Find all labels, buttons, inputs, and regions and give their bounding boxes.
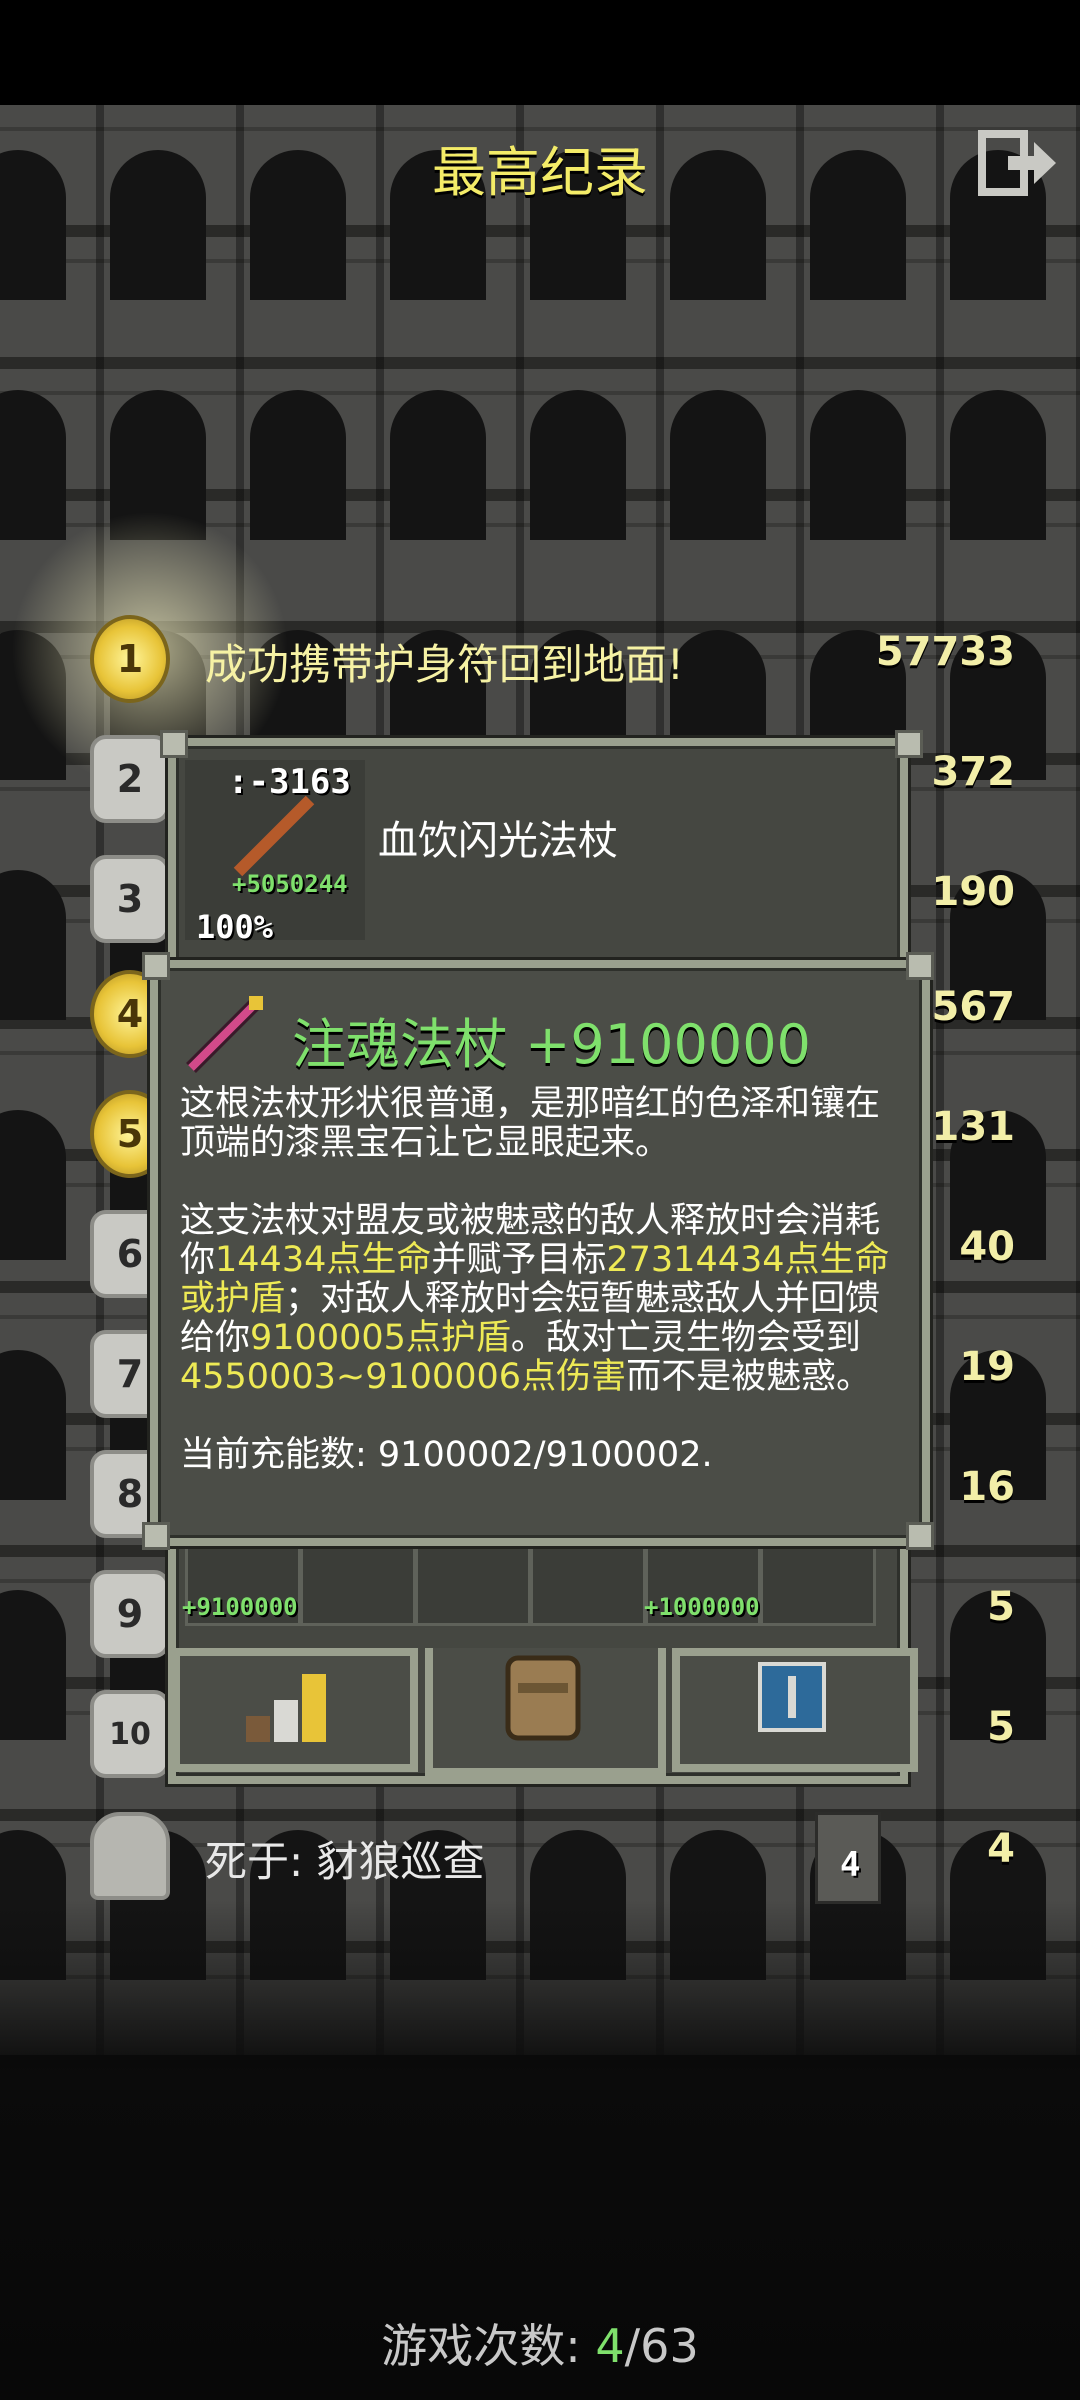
record-score: 4 bbox=[987, 1826, 1015, 1872]
item-desc-intro: 这根法杖形状很普通，是那暗红的色泽和镶在顶端的漆黑宝石让它显眼起来。 bbox=[180, 1084, 881, 1163]
item-charges: 当前充能数: 9100002/9100002. bbox=[180, 1435, 713, 1475]
record-row-1[interactable]: 1 成功携带护身符回到地面! 57733 bbox=[90, 615, 1050, 705]
slot-bonus: +1000000 bbox=[644, 1593, 760, 1621]
item-description: 这根法杖形状很普通，是那暗红的色泽和镶在顶端的漆黑宝石让它显眼起来。 这支法杖对… bbox=[180, 1085, 910, 1475]
record-score: 131 bbox=[931, 1104, 1016, 1150]
sword-banner-icon bbox=[758, 1662, 826, 1732]
popup-corner bbox=[906, 952, 934, 980]
rank-badge: 10 bbox=[90, 1690, 170, 1778]
tab-stats[interactable] bbox=[172, 1648, 418, 1772]
record-score: 5 bbox=[987, 1704, 1015, 1750]
popup-corner bbox=[906, 1522, 934, 1550]
wall-arch bbox=[950, 390, 1046, 540]
wand-icon bbox=[186, 996, 263, 1073]
record-description: 成功携带护身符回到地面! bbox=[205, 640, 684, 689]
tombstone-icon bbox=[90, 1812, 170, 1900]
rank-badge: 3 bbox=[90, 855, 170, 943]
wall-arch bbox=[0, 870, 66, 1020]
staff-icon bbox=[233, 795, 315, 877]
record-score: 567 bbox=[931, 984, 1016, 1030]
page-title: 最高纪录 bbox=[432, 141, 648, 204]
record-score: 372 bbox=[931, 749, 1016, 795]
rank-badge-gold: 1 bbox=[90, 615, 170, 703]
popup-corner bbox=[142, 1522, 170, 1550]
health-percent: 100% bbox=[196, 908, 274, 946]
record-score: 40 bbox=[959, 1224, 1015, 1270]
panel-corner bbox=[160, 730, 188, 758]
item-desc-effect: 这支法杖对盟友或被魅惑的敌人释放时会消耗你14434点生命并赋予目标273144… bbox=[180, 1201, 890, 1397]
record-score: 19 bbox=[959, 1344, 1015, 1390]
record-row-death[interactable]: 死于: 豺狼巡查 4 4 bbox=[90, 1812, 1050, 1904]
wall-arch bbox=[390, 390, 486, 540]
record-score: 16 bbox=[959, 1464, 1015, 1510]
weapon-name: 血饮闪光法杖 bbox=[378, 818, 618, 864]
record-score: 57733 bbox=[875, 629, 1015, 675]
record-score: 190 bbox=[931, 869, 1016, 915]
wall-arch bbox=[0, 1110, 66, 1260]
wall-arch bbox=[530, 390, 626, 540]
rank-badge: 2 bbox=[90, 735, 170, 823]
exit-icon[interactable] bbox=[978, 130, 1058, 196]
slot-bonus: +9100000 bbox=[182, 1593, 298, 1621]
wall-arch bbox=[0, 1590, 66, 1740]
panel-corner bbox=[895, 730, 923, 758]
depth-indicator: 4 bbox=[815, 1812, 881, 1904]
record-description: 死于: 豺狼巡查 bbox=[205, 1837, 485, 1886]
item-title: 注魂法杖 +9100000 bbox=[292, 1013, 811, 1076]
wall-arch bbox=[0, 1350, 66, 1500]
tab-talents[interactable] bbox=[672, 1648, 918, 1772]
stat-bonus: +5050244 bbox=[232, 870, 348, 898]
tab-inventory[interactable] bbox=[425, 1648, 666, 1776]
record-score: 5 bbox=[987, 1584, 1015, 1630]
games-played-counter: 游戏次数: 4/63 bbox=[381, 2319, 699, 2373]
stat-value: :-3163 bbox=[228, 762, 351, 802]
rank-badge: 9 bbox=[90, 1570, 170, 1658]
wall-arch bbox=[810, 390, 906, 540]
wall-arch bbox=[670, 390, 766, 540]
backpack-icon bbox=[505, 1655, 581, 1741]
bar-chart-icon bbox=[246, 1674, 326, 1742]
popup-corner bbox=[142, 952, 170, 980]
